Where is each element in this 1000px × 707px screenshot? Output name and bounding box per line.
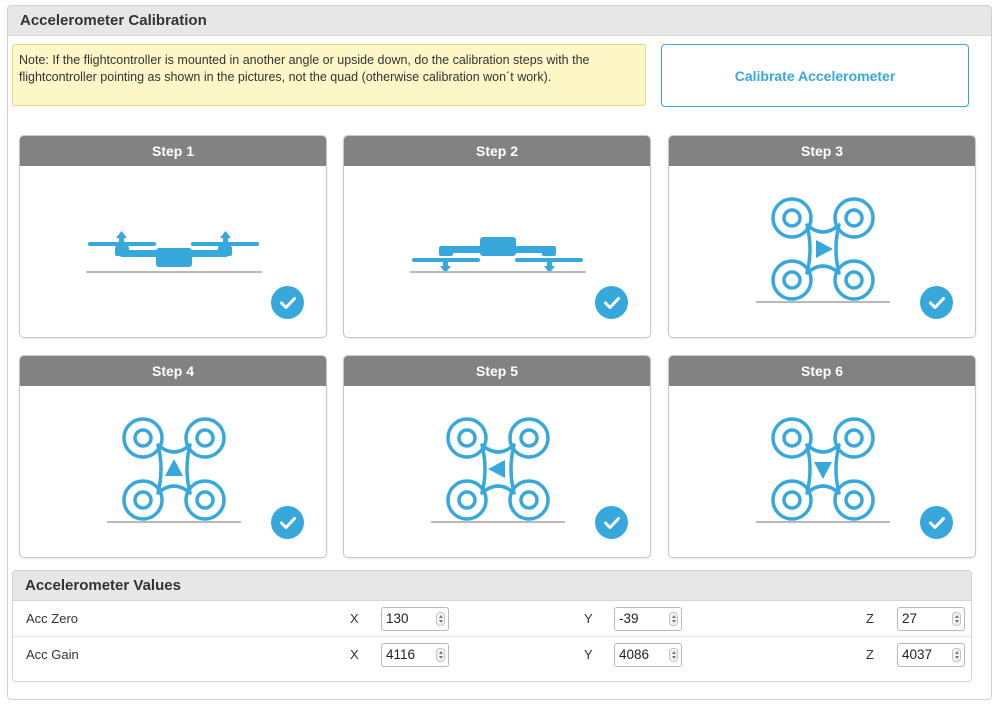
panel-title: Accelerometer Calibration bbox=[8, 6, 991, 36]
spinner-arrows-icon[interactable] bbox=[669, 612, 678, 626]
spinner-arrows-icon[interactable] bbox=[436, 612, 445, 626]
spinner-arrows-icon[interactable] bbox=[436, 648, 445, 662]
checkmark-icon bbox=[271, 506, 304, 539]
acc-gain-y-value: 4086 bbox=[619, 647, 650, 662]
accelerometer-values-title: Accelerometer Values bbox=[13, 571, 971, 601]
acc-zero-y-input[interactable]: -39 bbox=[614, 607, 682, 631]
step-title: Step 3 bbox=[669, 136, 975, 166]
step-card-4: Step 4 bbox=[19, 355, 327, 558]
checkmark-icon bbox=[920, 286, 953, 319]
step-title: Step 6 bbox=[669, 356, 975, 386]
spinner-arrows-icon[interactable] bbox=[952, 648, 961, 662]
y-axis-label: Y bbox=[584, 647, 593, 662]
step-card-5: Step 5 bbox=[343, 355, 651, 558]
acc-zero-label: Acc Zero bbox=[26, 611, 79, 626]
spinner-arrows-icon[interactable] bbox=[669, 648, 678, 662]
x-axis-label: X bbox=[350, 647, 359, 662]
checkmark-icon bbox=[595, 506, 628, 539]
acc-zero-x-input[interactable]: 130 bbox=[381, 607, 449, 631]
acc-gain-z-input[interactable]: 4037 bbox=[897, 643, 965, 667]
checkmark-icon bbox=[271, 286, 304, 319]
z-axis-label: Z bbox=[866, 647, 874, 662]
acc-zero-y-value: -39 bbox=[619, 611, 639, 626]
acc-gain-row: Acc Gain X 4116 Y 4086 Z 4037 bbox=[13, 637, 971, 673]
acc-zero-z-input[interactable]: 27 bbox=[897, 607, 965, 631]
acc-gain-label: Acc Gain bbox=[26, 647, 79, 662]
step-card-6: Step 6 bbox=[668, 355, 976, 558]
acc-gain-x-value: 4116 bbox=[386, 647, 416, 662]
acc-gain-z-value: 4037 bbox=[902, 647, 933, 662]
step-title: Step 1 bbox=[20, 136, 326, 166]
calibration-note: Note: If the flightcontroller is mounted… bbox=[12, 44, 646, 106]
acc-gain-y-input[interactable]: 4086 bbox=[614, 643, 682, 667]
step-card-1: Step 1 bbox=[19, 135, 327, 338]
y-axis-label: Y bbox=[584, 611, 593, 626]
acc-zero-x-value: 130 bbox=[386, 611, 409, 626]
step-title: Step 5 bbox=[344, 356, 650, 386]
spinner-arrows-icon[interactable] bbox=[952, 612, 961, 626]
step-title: Step 4 bbox=[20, 356, 326, 386]
step-card-2: Step 2 bbox=[343, 135, 651, 338]
acc-zero-z-value: 27 bbox=[902, 611, 918, 626]
acc-gain-x-input[interactable]: 4116 bbox=[381, 643, 449, 667]
accelerometer-values-panel: Accelerometer Values Acc Zero X 130 Y -3… bbox=[12, 570, 972, 682]
z-axis-label: Z bbox=[866, 611, 874, 626]
calibrate-accelerometer-button[interactable]: Calibrate Accelerometer bbox=[661, 44, 969, 107]
x-axis-label: X bbox=[350, 611, 359, 626]
checkmark-icon bbox=[595, 286, 628, 319]
step-card-3: Step 3 bbox=[668, 135, 976, 338]
step-title: Step 2 bbox=[344, 136, 650, 166]
acc-zero-row: Acc Zero X 130 Y -39 Z 27 bbox=[13, 601, 971, 637]
checkmark-icon bbox=[920, 506, 953, 539]
